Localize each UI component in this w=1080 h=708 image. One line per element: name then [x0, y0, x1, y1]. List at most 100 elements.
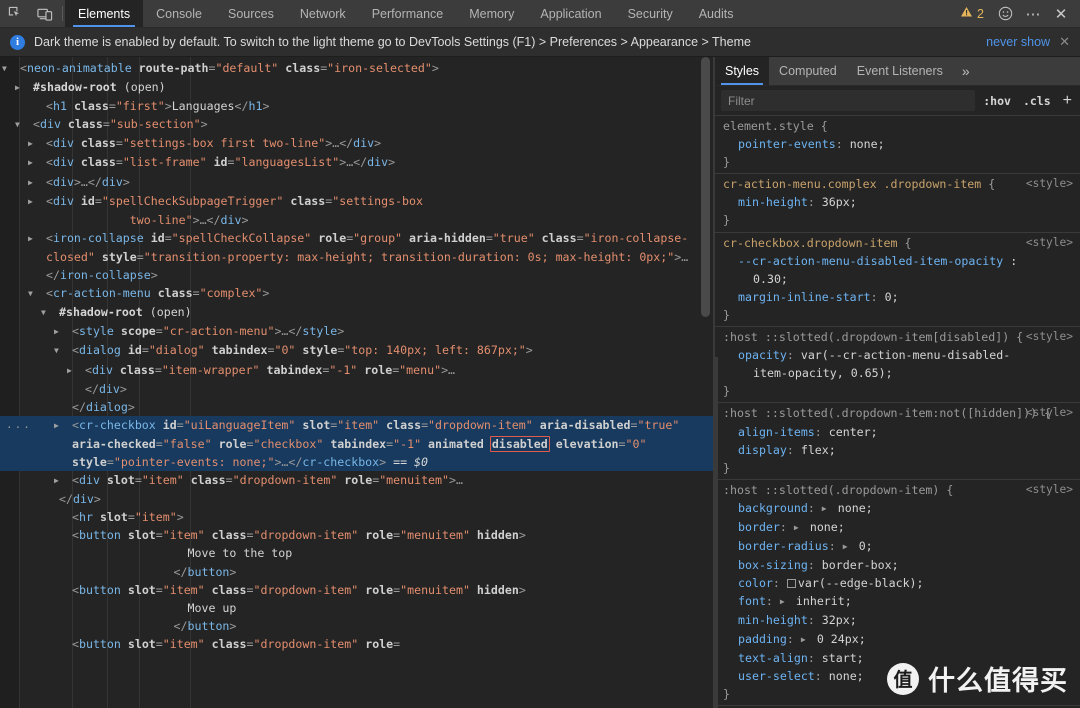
dom-tree-row[interactable]: <button slot="item" class="dropdown-item…	[0, 581, 714, 599]
dom-tree-row[interactable]: Move up	[0, 599, 714, 617]
tab-console[interactable]: Console	[143, 0, 215, 27]
style-declaration[interactable]: display: flex;	[715, 441, 1080, 459]
tab-sources[interactable]: Sources	[215, 0, 287, 27]
dom-tree-row[interactable]: ▶ <div class="list-frame" id="languagesLi…	[0, 153, 714, 172]
color-swatch[interactable]	[786, 579, 796, 589]
expand-shorthand-icon[interactable]: ▶	[822, 500, 831, 518]
tab-audits[interactable]: Audits	[686, 0, 747, 27]
dom-tree-row[interactable]: ▶ <div class="settings-box first two-line…	[0, 134, 714, 153]
style-declaration[interactable]: user-select: none;	[715, 667, 1080, 685]
expand-shorthand-icon[interactable]: ▶	[843, 538, 852, 556]
dom-tree-row[interactable]: </button>	[0, 617, 714, 635]
highlighted-attribute[interactable]: disabled	[489, 435, 550, 452]
style-rule-selector[interactable]: element.style {	[715, 117, 1080, 135]
style-declaration[interactable]: box-sizing: border-box;	[715, 556, 1080, 574]
never-show-link[interactable]: never show	[986, 35, 1050, 49]
dom-tree-row[interactable]: ▼ <div class="sub-section">	[0, 115, 714, 134]
disclosure-triangle-icon[interactable]: ▼	[41, 304, 59, 322]
disclosure-triangle-icon[interactable]: ▶	[54, 323, 72, 341]
dom-tree-row[interactable]: ▶ <div id="spellCheckSubpageTrigger" clas…	[0, 192, 714, 229]
disclosure-triangle-icon[interactable]: ▶	[15, 79, 33, 97]
style-declaration[interactable]: padding: ▶ 0 24px;	[715, 630, 1080, 649]
style-rule-selector[interactable]: :host ::slotted(.dropdown-item[disabled]…	[715, 328, 1080, 346]
dom-tree-row[interactable]: ▶ <style scope="cr-action-menu">…</style>	[0, 322, 714, 341]
cls-toggle[interactable]: .cls	[1019, 94, 1055, 108]
style-rule-selector[interactable]: cr-checkbox.dropdown-item {<style>	[715, 234, 1080, 252]
disclosure-triangle-icon[interactable]: ▼	[28, 285, 46, 303]
style-rule-origin[interactable]: <style>	[1026, 404, 1073, 422]
disclosure-triangle-icon[interactable]: ▶	[28, 154, 46, 172]
disclosure-triangle-icon[interactable]: ▶	[54, 472, 72, 490]
more-options-icon[interactable]: ⋯	[1020, 0, 1046, 28]
style-rule-origin[interactable]: <style>	[1026, 481, 1073, 499]
dom-tree-row[interactable]: ▼ <neon-animatable route-path="default" c…	[0, 59, 714, 78]
panel-divider[interactable]	[713, 57, 714, 708]
style-rule[interactable]: element.style {pointer-events: none;}	[715, 116, 1080, 175]
tab-security[interactable]: Security	[615, 0, 686, 27]
dom-scrollbar-thumb[interactable]	[701, 57, 710, 317]
disclosure-triangle-icon[interactable]: ▶	[28, 230, 46, 248]
style-declaration[interactable]: opacity: var(--cr-action-menu-disabled-	[715, 346, 1080, 364]
disclosure-triangle-icon[interactable]: ▶	[67, 362, 85, 380]
style-declaration[interactable]: color: var(--edge-black);	[715, 574, 1080, 592]
device-toolbar-icon[interactable]	[30, 0, 60, 27]
tab-memory[interactable]: Memory	[456, 0, 527, 27]
disclosure-triangle-icon[interactable]: ▼	[15, 116, 33, 134]
style-declaration[interactable]: background: ▶ none;	[715, 499, 1080, 518]
row-overflow-dots[interactable]: ···	[6, 419, 32, 437]
dom-scrollbar[interactable]	[701, 57, 710, 708]
expand-shorthand-icon[interactable]: ▶	[801, 631, 810, 649]
style-declaration[interactable]: border: ▶ none;	[715, 518, 1080, 537]
dom-tree-row[interactable]: ▼ <dialog id="dialog" tabindex="0" style=…	[0, 341, 714, 360]
dom-tree-row[interactable]: <h1 class="first">Languages</h1>	[0, 97, 714, 115]
smiley-face-icon[interactable]	[992, 0, 1018, 28]
dom-tree-row[interactable]: <hr slot="item">	[0, 508, 714, 526]
style-declaration[interactable]: --cr-action-menu-disabled-item-opacity :	[715, 252, 1080, 270]
dom-tree-row[interactable]: ▶ <div slot="item" class="dropdown-item" …	[0, 471, 714, 490]
style-declaration[interactable]: min-height: 36px;	[715, 193, 1080, 211]
style-declaration[interactable]: pointer-events: none;	[715, 135, 1080, 153]
disclosure-triangle-icon[interactable]: ▼	[2, 60, 20, 78]
disclosure-triangle-icon[interactable]: ▶	[28, 174, 46, 192]
style-declaration[interactable]: text-align: start;	[715, 649, 1080, 667]
styles-rule-list[interactable]: element.style {pointer-events: none;} cr-…	[715, 116, 1080, 708]
style-rule[interactable]: :host ::slotted(.dropdown-item) {<style>…	[715, 480, 1080, 706]
more-tabs-icon[interactable]: »	[953, 57, 979, 85]
style-rule-selector[interactable]: :host ::slotted(.dropdown-item:not([hidd…	[715, 404, 1080, 422]
tab-elements[interactable]: Elements	[65, 0, 144, 27]
dom-tree-row[interactable]: </dialog>	[0, 398, 714, 416]
dom-tree-row[interactable]: </div>	[0, 380, 714, 398]
style-rule-origin[interactable]: <style>	[1026, 234, 1073, 252]
expand-shorthand-icon[interactable]: ▶	[794, 519, 803, 537]
hov-toggle[interactable]: :hov	[979, 94, 1015, 108]
tab-styles[interactable]: Styles	[715, 57, 770, 85]
style-rule-origin[interactable]: <style>	[1026, 328, 1073, 346]
banner-close-icon[interactable]: ✕	[1059, 34, 1072, 50]
style-rule[interactable]: :host ::slotted(.dropdown-item[disabled]…	[715, 327, 1080, 404]
tab-computed[interactable]: Computed	[769, 57, 847, 85]
style-rule-selector[interactable]: :host ::slotted(.dropdown-item) {<style>	[715, 481, 1080, 499]
warning-indicator[interactable]: 2	[954, 6, 990, 21]
style-declaration[interactable]: font: ▶ inherit;	[715, 592, 1080, 611]
disclosure-triangle-icon[interactable]: ▶	[28, 135, 46, 153]
dom-tree-row[interactable]: <button slot="item" class="dropdown-item…	[0, 526, 714, 544]
style-rule[interactable]: cr-action-menu.complex .dropdown-item {<…	[715, 174, 1080, 233]
dom-tree-row[interactable]: Move to the top	[0, 544, 714, 562]
tab-application[interactable]: Application	[527, 0, 614, 27]
tab-performance[interactable]: Performance	[359, 0, 457, 27]
style-rule-selector[interactable]: cr-action-menu.complex .dropdown-item {<…	[715, 175, 1080, 193]
dom-tree-row[interactable]: </div>	[0, 490, 714, 508]
tab-event-listeners[interactable]: Event Listeners	[847, 57, 953, 85]
tab-network[interactable]: Network	[287, 0, 359, 27]
style-rule[interactable]: cr-checkbox.dropdown-item {<style> --cr-a…	[715, 233, 1080, 328]
disclosure-triangle-icon[interactable]: ▶	[28, 193, 46, 211]
style-declaration[interactable]: 0.30;	[715, 270, 1080, 288]
style-declaration[interactable]: align-items: center;	[715, 423, 1080, 441]
styles-filter-input[interactable]	[721, 90, 976, 111]
style-declaration[interactable]: item-opacity, 0.65);	[715, 364, 1080, 382]
style-declaration[interactable]: margin-inline-start: 0;	[715, 288, 1080, 306]
dom-tree-row[interactable]: ▶ <div>…</div>	[0, 173, 714, 192]
dom-tree[interactable]: ▼ <neon-animatable route-path="default" c…	[0, 57, 714, 653]
dom-tree-row[interactable]: ▶ <iron-collapse id="spellCheckCollapse" …	[0, 229, 714, 284]
style-declaration[interactable]: border-radius: ▶ 0;	[715, 537, 1080, 556]
